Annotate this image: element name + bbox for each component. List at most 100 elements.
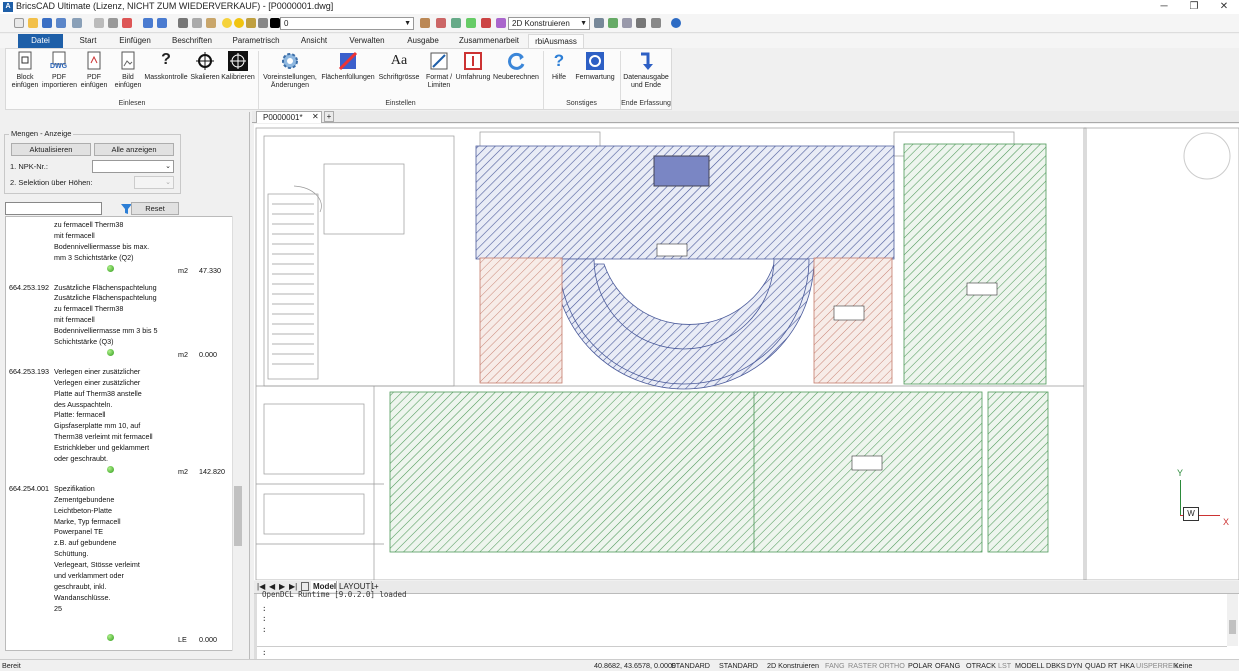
status-toggle-keine[interactable]: Keine bbox=[1174, 661, 1192, 670]
close-button[interactable]: ✕ bbox=[1209, 0, 1239, 14]
tab-ansicht[interactable]: Ansicht bbox=[294, 34, 334, 48]
tab-verwalten[interactable]: Verwalten bbox=[342, 34, 392, 48]
command-scrollbar[interactable] bbox=[1227, 594, 1238, 646]
filter-input[interactable] bbox=[5, 202, 102, 215]
properties-icon[interactable] bbox=[651, 18, 661, 28]
open-folder-icon[interactable] bbox=[28, 18, 38, 28]
status-toggle-dbks[interactable]: DBKS bbox=[1046, 661, 1066, 670]
command-scroll-thumb[interactable] bbox=[1229, 620, 1236, 634]
scale-button[interactable]: Skalieren bbox=[188, 51, 222, 82]
list-scrollbar[interactable] bbox=[232, 216, 243, 651]
tab-parametrisch[interactable]: Parametrisch bbox=[226, 34, 286, 48]
status-toggle-ortho[interactable]: ORTHO bbox=[879, 661, 905, 670]
pdf-export-icon[interactable] bbox=[122, 18, 132, 28]
save-icon[interactable] bbox=[42, 18, 52, 28]
dimension-check-button[interactable]: ? Masskontrolle bbox=[144, 51, 188, 82]
block-insert-button[interactable]: Block einfügen bbox=[8, 51, 42, 90]
quick-access-toolbar: 0 ▼ 2D Konstruieren ▼ bbox=[0, 14, 1239, 33]
status-toggle-dyn[interactable]: DYN bbox=[1067, 661, 1082, 670]
eraser-icon[interactable] bbox=[622, 18, 632, 28]
font-size-button[interactable]: Aa Schriftgrösse bbox=[376, 51, 422, 82]
show-all-button[interactable]: Alle anzeigen bbox=[94, 143, 174, 156]
ucs-x-label: X bbox=[1223, 517, 1230, 527]
print-icon[interactable] bbox=[94, 18, 104, 28]
status-toggle-ofang[interactable]: OFANG bbox=[935, 661, 960, 670]
status-toggle-otrack[interactable]: OTRACK bbox=[966, 661, 996, 670]
recalculate-button[interactable]: Neuberechnen bbox=[492, 51, 540, 82]
redo-icon[interactable] bbox=[157, 18, 167, 28]
status-toggle-polar[interactable]: POLAR bbox=[908, 661, 932, 670]
settings-icon[interactable] bbox=[594, 18, 604, 28]
open-file-icon[interactable] bbox=[72, 18, 82, 28]
command-prompt[interactable]: : bbox=[262, 648, 267, 657]
image-insert-button[interactable]: Bild einfügen bbox=[111, 51, 145, 90]
tab-beschriften[interactable]: Beschriften bbox=[166, 34, 218, 48]
status-toggle-modell[interactable]: MODELL bbox=[1015, 661, 1045, 670]
height-select[interactable]: ⌄ bbox=[134, 176, 174, 189]
tab-einfuegen[interactable]: Einfügen bbox=[112, 34, 158, 48]
calibrate-button[interactable]: Kalibrieren bbox=[220, 51, 256, 82]
command-grip[interactable] bbox=[254, 594, 257, 660]
new-file-icon[interactable] bbox=[14, 18, 24, 28]
maximize-button[interactable]: ❐ bbox=[1179, 0, 1209, 14]
quick-tool-icon[interactable] bbox=[608, 18, 618, 28]
status-toggle-uisperren[interactable]: UISPERREN bbox=[1136, 661, 1178, 670]
match-properties-icon[interactable] bbox=[420, 18, 430, 28]
tab-ausgabe[interactable]: Ausgabe bbox=[400, 34, 446, 48]
drawing-canvas[interactable]: Y W X bbox=[254, 124, 1239, 581]
layer-lock-icon[interactable] bbox=[246, 18, 256, 28]
remote-support-icon bbox=[585, 51, 605, 71]
boundary-button[interactable]: Umfahrung bbox=[454, 51, 492, 82]
document-tab[interactable]: P0000001* ✕ bbox=[256, 111, 322, 123]
npk-select[interactable]: ⌄ bbox=[92, 160, 174, 173]
help-button[interactable]: ? Hilfe bbox=[546, 51, 572, 82]
status-toggle-2d-konstruieren[interactable]: 2D Konstruieren bbox=[767, 661, 819, 670]
refresh-button[interactable]: Aktualisieren bbox=[11, 143, 91, 156]
status-toggle-standard[interactable]: STANDARD bbox=[671, 661, 710, 670]
layer-print-icon[interactable] bbox=[258, 18, 268, 28]
layer-sun-icon[interactable] bbox=[234, 18, 244, 28]
copy-icon[interactable] bbox=[192, 18, 202, 28]
status-toggle-rt[interactable]: RT bbox=[1108, 661, 1117, 670]
help-icon[interactable] bbox=[671, 18, 681, 28]
paste-icon[interactable] bbox=[206, 18, 216, 28]
preferences-button[interactable]: Voreinstellungen, Änderungen bbox=[260, 51, 320, 90]
data-output-button[interactable]: Datenausgabe und Ende bbox=[620, 51, 672, 90]
pdf-import-button[interactable]: DWG PDF importieren bbox=[42, 51, 77, 90]
status-toggle-fang[interactable]: FANG bbox=[825, 661, 845, 670]
layer-bulb-icon[interactable] bbox=[222, 18, 232, 28]
layer-select[interactable]: 0 ▼ bbox=[280, 17, 414, 30]
workspace-select[interactable]: 2D Konstruieren ▼ bbox=[508, 17, 590, 30]
tab-zusammenarbeit[interactable]: Zusammenarbeit bbox=[454, 34, 524, 48]
view-cube-compass[interactable] bbox=[1183, 132, 1231, 180]
new-tab-button[interactable]: + bbox=[324, 111, 334, 122]
pdf-insert-button[interactable]: PDF einfügen bbox=[77, 51, 111, 90]
plot-icon[interactable] bbox=[108, 18, 118, 28]
layer-walk-icon[interactable] bbox=[496, 18, 506, 28]
layer-off-icon[interactable] bbox=[481, 18, 491, 28]
tab-start[interactable]: Start bbox=[66, 34, 110, 48]
format-limits-button[interactable]: Format / Limiten bbox=[422, 51, 456, 90]
close-tab-icon[interactable]: ✕ bbox=[312, 112, 319, 121]
area-fills-button[interactable]: Flächenfüllungen bbox=[320, 51, 376, 82]
scrollbar-thumb[interactable] bbox=[234, 486, 242, 546]
layer-state-icon[interactable] bbox=[451, 18, 461, 28]
tab-datei[interactable]: Datei bbox=[18, 34, 63, 48]
status-toggle-standard[interactable]: STANDARD bbox=[719, 661, 758, 670]
edit-icon[interactable] bbox=[636, 18, 646, 28]
boundary-label: Umfahrung bbox=[455, 74, 491, 81]
quantities-list[interactable]: zu fermacell Therm38 mit fermacell Bodenni… bbox=[5, 216, 243, 651]
reset-button[interactable]: Reset bbox=[131, 202, 179, 215]
layer-isolate-icon[interactable] bbox=[466, 18, 476, 28]
status-toggle-raster[interactable]: RASTER bbox=[848, 661, 877, 670]
save-as-icon[interactable] bbox=[56, 18, 66, 28]
remote-support-button[interactable]: Fernwartung bbox=[572, 51, 618, 82]
minimize-button[interactable]: ─ bbox=[1149, 0, 1179, 14]
cut-icon[interactable] bbox=[178, 18, 188, 28]
tab-rbiausmass[interactable]: rbiAusmass bbox=[528, 34, 584, 48]
status-toggle-quad[interactable]: QUAD bbox=[1085, 661, 1106, 670]
layer-tool-icon[interactable] bbox=[436, 18, 446, 28]
status-toggle-lst[interactable]: LST bbox=[998, 661, 1011, 670]
undo-icon[interactable] bbox=[143, 18, 153, 28]
status-toggle-hka[interactable]: HKA bbox=[1120, 661, 1135, 670]
